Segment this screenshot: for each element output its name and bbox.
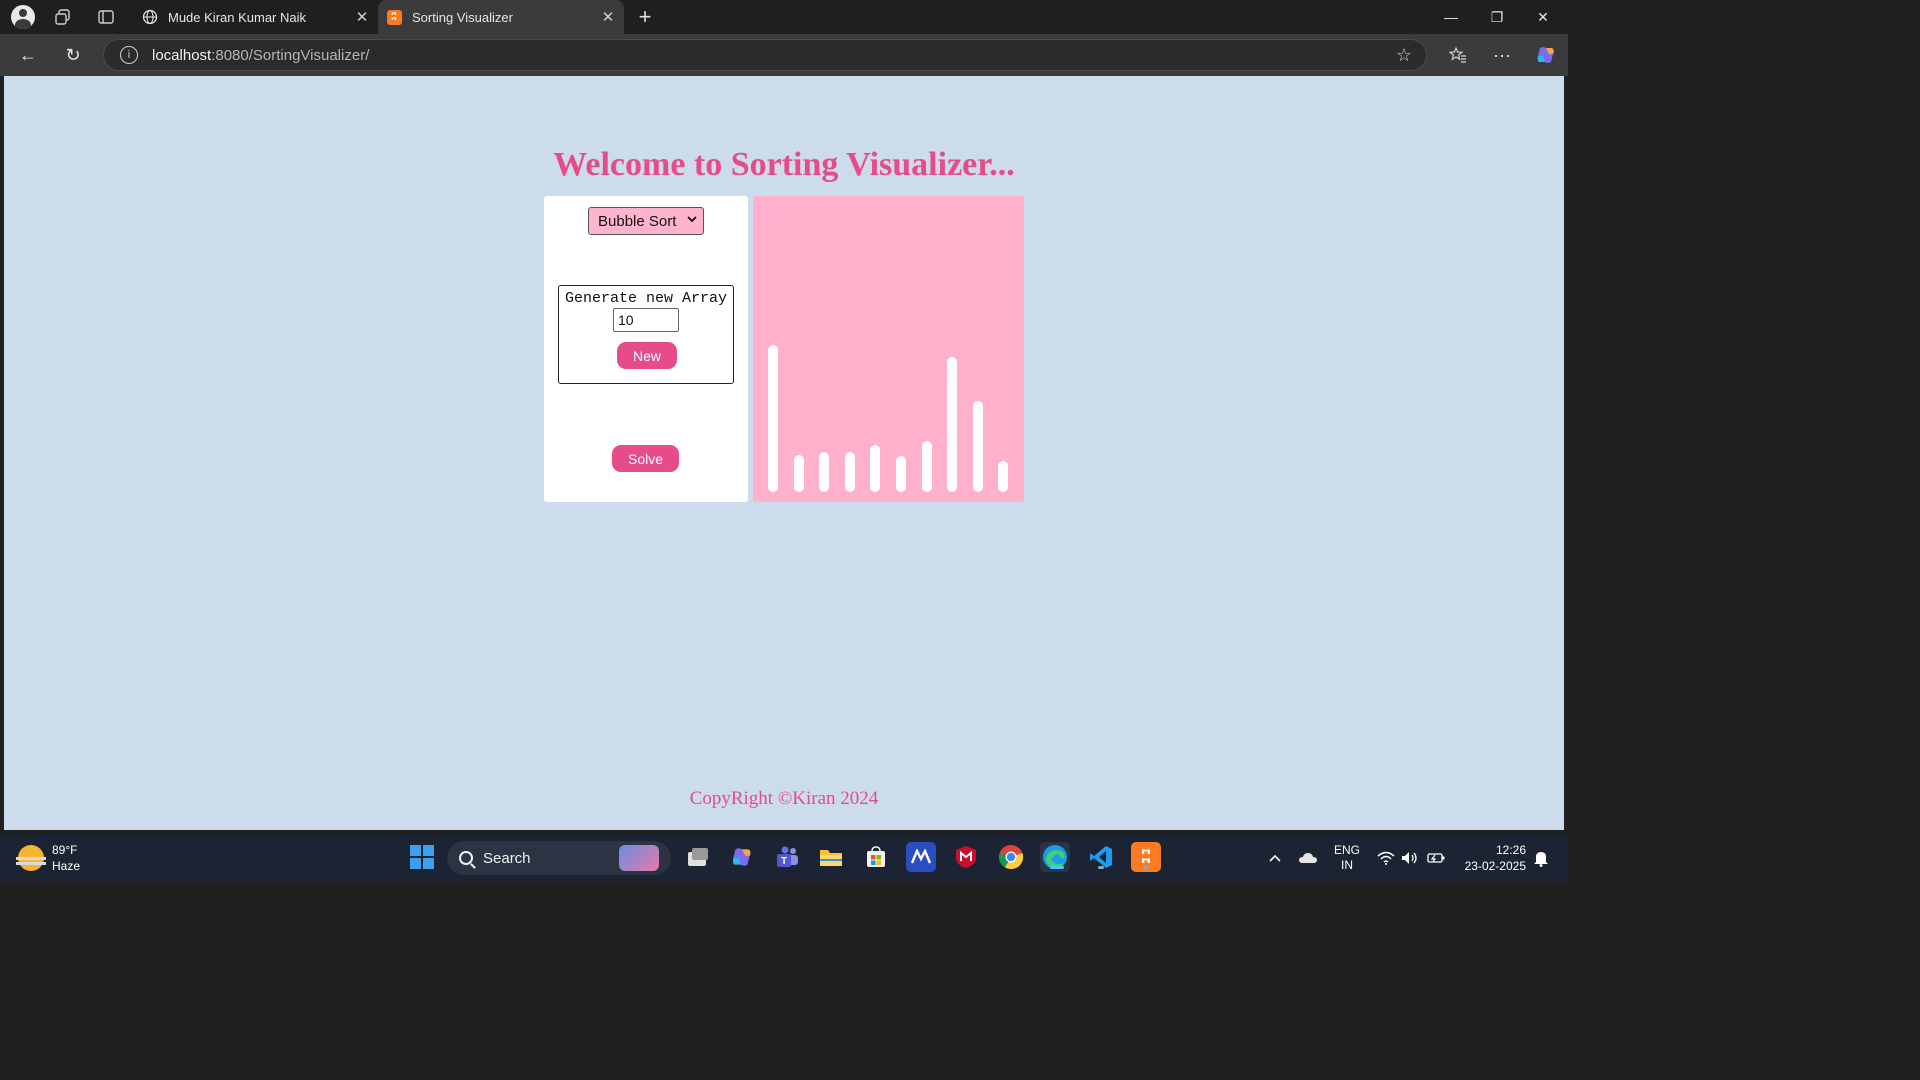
copilot-app-icon[interactable] bbox=[727, 842, 757, 872]
array-bar bbox=[844, 452, 855, 492]
mcafee-icon[interactable] bbox=[951, 842, 981, 872]
array-bar bbox=[896, 456, 906, 492]
search-icon bbox=[459, 851, 473, 865]
algorithm-selected-value: Bubble Sort bbox=[598, 212, 677, 230]
running-app-indicator bbox=[1098, 866, 1104, 869]
vscode-icon[interactable] bbox=[1086, 842, 1116, 872]
microsoft-store-icon[interactable] bbox=[861, 842, 891, 872]
xampp-app-icon[interactable]: ʭ bbox=[1131, 842, 1161, 872]
array-size-input[interactable]: 10 bbox=[613, 308, 679, 332]
language-indicator[interactable]: ENG IN bbox=[1334, 834, 1360, 882]
browser-title-bar: Mude Kiran Kumar Naik ✕ ʭ Sorting Visual… bbox=[0, 0, 1568, 34]
copilot-icon[interactable] bbox=[1532, 42, 1560, 68]
profile-icon[interactable] bbox=[10, 5, 36, 29]
page-viewport: Welcome to Sorting Visualizer... Bubble … bbox=[4, 76, 1564, 830]
taskbar-search[interactable]: Search bbox=[447, 841, 671, 875]
search-highlight-icon bbox=[619, 845, 659, 871]
globe-icon bbox=[142, 9, 158, 25]
vertical-tabs-icon[interactable] bbox=[93, 5, 119, 29]
edge-icon[interactable] bbox=[1040, 842, 1070, 872]
onedrive-cloud-icon[interactable] bbox=[1298, 834, 1318, 882]
minimize-icon[interactable]: — bbox=[1428, 0, 1474, 34]
xampp-icon: ʭ bbox=[386, 9, 402, 25]
wifi-icon[interactable] bbox=[1377, 834, 1395, 882]
page-title: Welcome to Sorting Visualizer... bbox=[553, 146, 1015, 183]
url-path: :8080/SortingVisualizer/ bbox=[211, 46, 370, 64]
chevron-down-icon bbox=[687, 213, 697, 227]
clock-time: 12:26 bbox=[1495, 843, 1526, 857]
site-info-icon[interactable]: i bbox=[120, 46, 138, 64]
control-panel: Bubble Sort Generate new Array 10 New So… bbox=[544, 196, 748, 502]
search-label: Search bbox=[483, 849, 531, 867]
profile-avatar-icon bbox=[11, 5, 35, 29]
array-bar bbox=[972, 401, 983, 492]
more-options-icon[interactable]: ··· bbox=[1488, 42, 1516, 68]
array-bar bbox=[870, 445, 881, 492]
running-app-indicator bbox=[1143, 866, 1149, 869]
xampp-glyph: ʭ bbox=[1140, 846, 1152, 867]
weather-haze-icon bbox=[16, 845, 46, 871]
algorithm-select[interactable]: Bubble Sort bbox=[588, 207, 704, 235]
clock-date: 23-02-2025 bbox=[1464, 859, 1526, 873]
tab-close-icon[interactable]: ✕ bbox=[352, 8, 372, 26]
refresh-icon[interactable]: ↻ bbox=[59, 42, 87, 68]
weather-condition: Haze bbox=[52, 859, 81, 873]
array-bar bbox=[998, 461, 1009, 492]
tab-label: Mude Kiran Kumar Naik bbox=[168, 9, 306, 25]
show-hidden-icons-chevron-icon[interactable] bbox=[1268, 834, 1282, 882]
chrome-icon[interactable] bbox=[996, 842, 1026, 872]
address-toolbar: ← ↻ i localhost:8080/SortingVisualizer/ … bbox=[0, 34, 1568, 76]
volume-icon[interactable] bbox=[1401, 834, 1419, 882]
visualization-panel bbox=[753, 196, 1024, 502]
copyright-footer: CopyRight ©Kiran 2024 bbox=[689, 788, 879, 809]
restore-icon[interactable]: ❐ bbox=[1474, 0, 1520, 34]
solve-button[interactable]: Solve bbox=[612, 445, 679, 472]
array-bar bbox=[793, 455, 804, 492]
tab-sorting-visualizer[interactable]: ʭ Sorting Visualizer ✕ bbox=[378, 0, 624, 34]
close-window-icon[interactable]: ✕ bbox=[1520, 0, 1566, 34]
favorite-star-icon[interactable]: ☆ bbox=[1396, 45, 1412, 66]
url-host: localhost bbox=[152, 46, 212, 64]
notifications-bell-icon[interactable] bbox=[1532, 834, 1550, 882]
sidebar-glyph-icon bbox=[98, 10, 114, 24]
active-app-indicator bbox=[1050, 866, 1064, 869]
new-array-button[interactable]: New bbox=[617, 342, 677, 369]
teams-icon[interactable]: T bbox=[772, 842, 802, 872]
address-bar[interactable]: i localhost:8080/SortingVisualizer/ ☆ bbox=[103, 39, 1427, 71]
app-m-icon[interactable] bbox=[906, 842, 936, 872]
language-code: ENG bbox=[1334, 843, 1361, 857]
start-icon[interactable] bbox=[407, 842, 437, 872]
array-bar bbox=[947, 357, 958, 492]
array-bar bbox=[768, 345, 778, 492]
new-tab-icon[interactable]: + bbox=[632, 4, 658, 30]
svg-text:T: T bbox=[781, 856, 787, 867]
workspaces-icon[interactable] bbox=[50, 5, 76, 29]
clock[interactable]: 12:26 23-02-2025 bbox=[1458, 834, 1526, 882]
weather-temperature: 89°F bbox=[52, 843, 78, 857]
array-bar bbox=[819, 452, 830, 492]
back-arrow-icon[interactable]: ← bbox=[14, 42, 42, 68]
language-region: IN bbox=[1341, 858, 1353, 872]
windows-taskbar: 89°F Haze Search T ʭ ENG IN 12:26 23-02-… bbox=[0, 834, 1568, 882]
tab-close-icon[interactable]: ✕ bbox=[598, 8, 618, 26]
array-bar bbox=[921, 441, 932, 492]
generate-array-label: Generate new Array bbox=[564, 290, 728, 307]
file-explorer-icon[interactable] bbox=[816, 842, 846, 872]
tab-label: Sorting Visualizer bbox=[412, 9, 513, 25]
tab-profile-page[interactable]: Mude Kiran Kumar Naik ✕ bbox=[134, 0, 378, 34]
task-view-icon[interactable] bbox=[683, 842, 713, 872]
generate-array-box: Generate new Array 10 New bbox=[558, 285, 734, 384]
weather-widget[interactable]: 89°F Haze bbox=[16, 842, 81, 874]
favorites-icon[interactable] bbox=[1444, 42, 1472, 68]
battery-icon[interactable] bbox=[1426, 834, 1446, 882]
workspaces-glyph-icon bbox=[55, 9, 70, 25]
